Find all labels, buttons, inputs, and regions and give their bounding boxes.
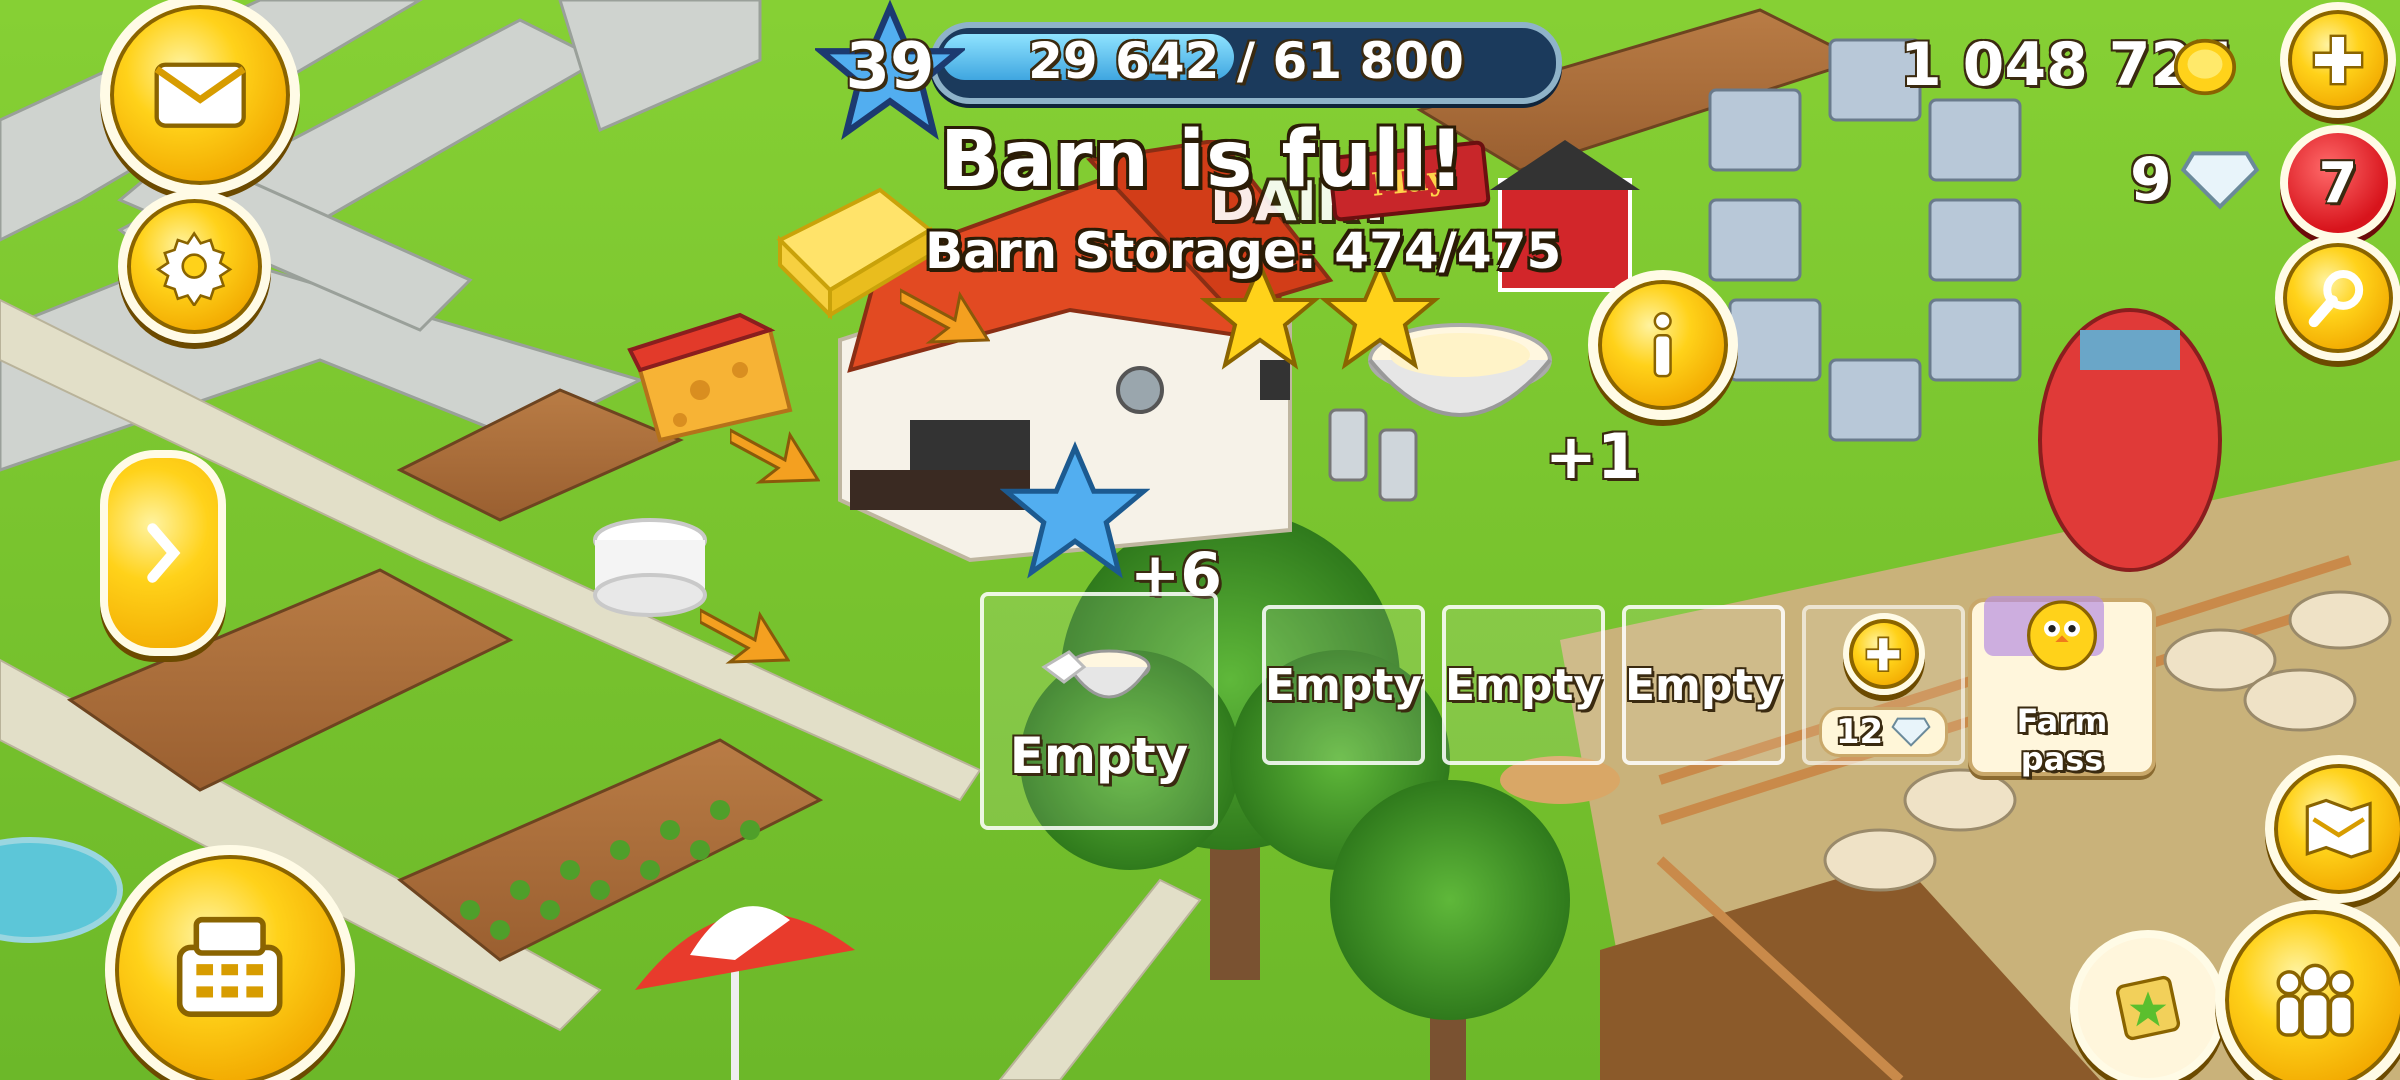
item-bonus-label: +1 <box>1545 420 1641 493</box>
album-button[interactable] <box>2070 930 2226 1080</box>
map-icon <box>2306 799 2372 859</box>
game-scene[interactable]: DAIRY May +1 +6 Barn is full! Barn Stora… <box>0 0 2400 1080</box>
diamond-icon <box>2180 151 2260 210</box>
barn-full-title: Barn is full! <box>940 115 1466 205</box>
notification-badge[interactable]: 7 <box>2280 125 2396 241</box>
search-button[interactable] <box>2275 235 2400 361</box>
xp-star-icon <box>1000 441 1150 579</box>
shop-button[interactable] <box>105 845 355 1080</box>
arrow-icon <box>900 288 990 344</box>
slot-label: Empty <box>1009 727 1189 785</box>
chick-icon <box>2027 600 2097 671</box>
expand-panel-button[interactable] <box>100 450 226 656</box>
level-number: 39 <box>845 30 935 104</box>
arrow-icon <box>700 608 790 664</box>
queue-slot[interactable]: Empty <box>1262 605 1425 765</box>
plus-icon <box>1865 636 1902 672</box>
xp-bar[interactable]: 29 642 / 61 800 <box>930 22 1562 104</box>
mail-icon <box>154 62 246 128</box>
sticker-icon <box>2115 975 2181 1041</box>
queue-slot[interactable]: Empty <box>1442 605 1605 765</box>
queue-slot[interactable]: Empty <box>1622 605 1785 765</box>
info-icon <box>1653 312 1673 378</box>
slot-label: Empty <box>1444 659 1603 711</box>
xp-text: 29 642 / 61 800 <box>1028 32 1464 90</box>
add-slot-button[interactable] <box>1842 613 1925 695</box>
arrow-icon <box>730 428 820 484</box>
unlock-cost-badge: 12 <box>1818 707 1949 757</box>
cash-register-icon <box>177 917 283 1018</box>
settings-button[interactable] <box>118 190 271 343</box>
farm-pass-button[interactable]: Farm pass <box>1968 596 2156 778</box>
magnifier-icon <box>2308 270 2364 328</box>
mail-button[interactable] <box>100 0 300 195</box>
info-button[interactable] <box>1588 270 1738 420</box>
add-coins-button[interactable] <box>2280 2 2396 118</box>
diamond-count: 9 <box>2130 145 2172 215</box>
cream-item-icon <box>1041 649 1151 699</box>
unlock-cost: 12 <box>1835 712 1884 752</box>
gear-icon <box>156 231 233 306</box>
diamond-icon <box>1891 717 1931 747</box>
coin-icon <box>2173 38 2237 96</box>
chevron-right-icon <box>147 523 181 583</box>
add-slot-panel[interactable]: 12 <box>1802 605 1965 765</box>
farm-pass-label: Farm pass <box>2016 702 2108 778</box>
slot-label: Empty <box>1624 659 1783 711</box>
plus-icon <box>2312 34 2364 86</box>
slot-label: Empty <box>1264 659 1423 711</box>
production-slot-active[interactable]: Empty <box>980 592 1218 830</box>
barn-storage-text: Barn Storage: 474/475 <box>925 222 1562 280</box>
map-button[interactable] <box>2265 755 2400 903</box>
notification-count: 7 <box>2318 150 2358 216</box>
friends-icon <box>2276 963 2354 1039</box>
